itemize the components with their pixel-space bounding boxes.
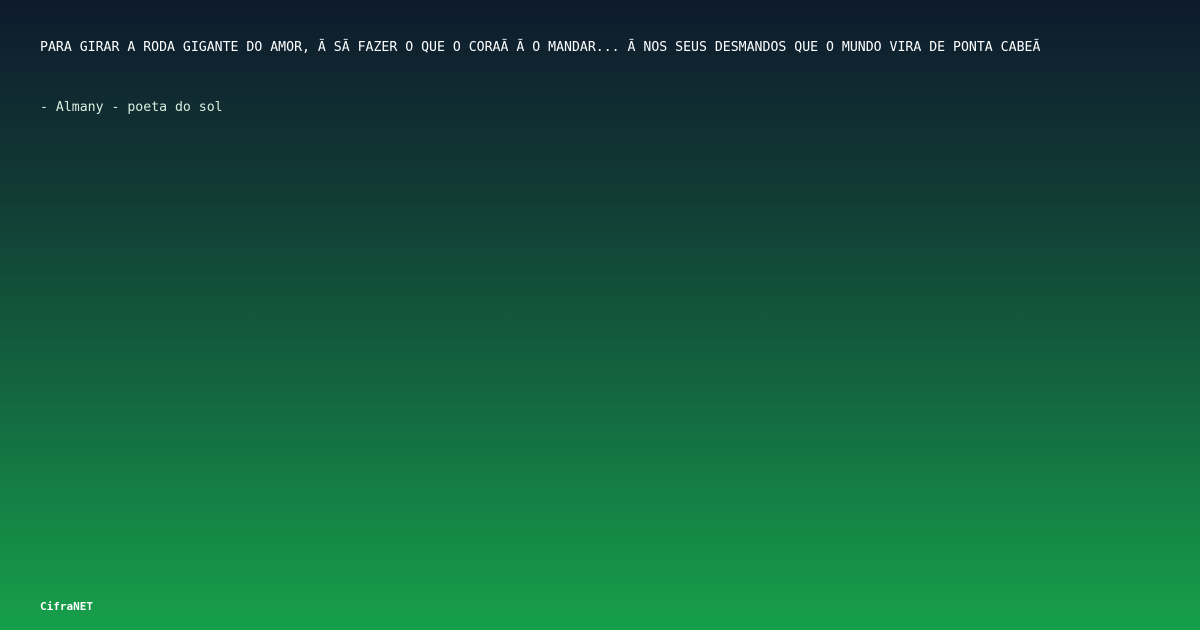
quote-text: PARA GIRAR A RODA GIGANTE DO AMOR, Ã SÃ … (40, 40, 1041, 55)
brand-logo-text: CifraNET (40, 600, 93, 613)
quote-author: - Almany - poeta do sol (40, 100, 223, 115)
